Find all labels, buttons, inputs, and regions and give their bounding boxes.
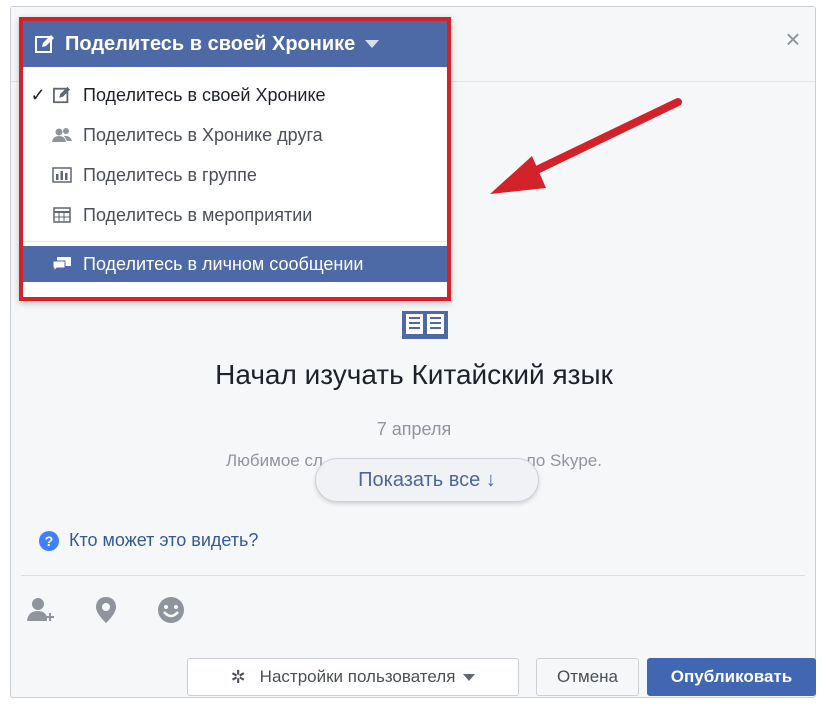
share-target-selector-label: Поделитесь в своей Хронике	[65, 32, 356, 55]
publish-button[interactable]: Опубликовать	[647, 658, 816, 696]
share-target-list: ✓ Поделитесь в своей Хронике Поделитесь …	[23, 67, 447, 282]
menu-item-label: Поделитесь в своей Хронике	[83, 84, 326, 105]
menu-item-label: Поделитесь в Хронике друга	[83, 124, 323, 145]
menu-item-label: Поделитесь в мероприятии	[83, 204, 313, 225]
menu-separator	[23, 241, 447, 242]
share-target-dropdown: Поделитесь в своей Хронике ✓ Поделитесь …	[19, 17, 451, 301]
user-settings-button[interactable]: ✲ Настройки пользователя	[187, 658, 519, 696]
message-icon	[51, 254, 73, 274]
chevron-down-icon	[463, 673, 476, 681]
calendar-icon	[51, 205, 73, 225]
gear-icon: ✲	[230, 666, 246, 687]
menu-item-private-message[interactable]: Поделитесь в личном сообщении	[23, 246, 447, 282]
menu-item-friend-timeline[interactable]: Поделитесь в Хронике друга	[23, 115, 447, 155]
privacy-link-label: Кто может это видеть?	[69, 530, 259, 550]
pencil-icon	[51, 85, 73, 105]
tag-friend-icon[interactable]	[25, 595, 55, 625]
privacy-link[interactable]: ? Кто может это видеть?	[39, 530, 258, 551]
pencil-icon	[35, 35, 54, 53]
menu-item-group[interactable]: Поделитесь в группе	[23, 155, 447, 195]
checkmark-icon: ✓	[30, 84, 46, 105]
group-icon	[51, 165, 73, 185]
share-target-selector[interactable]: Поделитесь в своей Хронике	[23, 21, 447, 67]
question-icon: ?	[39, 530, 59, 551]
close-icon[interactable]: ×	[781, 26, 805, 52]
event-title: Начал изучать Китайский язык	[215, 359, 613, 390]
friends-icon	[51, 125, 73, 145]
annotation-arrow-icon	[490, 98, 682, 194]
menu-item-label: Поделитесь в личном сообщении	[83, 253, 364, 274]
location-icon[interactable]	[91, 595, 121, 625]
chevron-down-icon	[365, 40, 380, 48]
book-icon	[402, 311, 448, 339]
event-description-start: Любимое сл	[226, 451, 323, 470]
menu-item-own-timeline[interactable]: ✓ Поделитесь в своей Хронике	[23, 75, 447, 115]
menu-item-label: Поделитесь в группе	[83, 164, 257, 185]
user-settings-label: Настройки пользователя	[259, 667, 456, 686]
menu-item-event[interactable]: Поделитесь в мероприятии	[23, 195, 447, 235]
event-date: 7 апреля	[376, 419, 452, 439]
cancel-button[interactable]: Отмена	[536, 658, 639, 696]
show-all-button[interactable]: Показать все ↓	[315, 458, 539, 502]
emoji-icon[interactable]	[156, 595, 186, 625]
toolbar-divider	[21, 575, 805, 576]
